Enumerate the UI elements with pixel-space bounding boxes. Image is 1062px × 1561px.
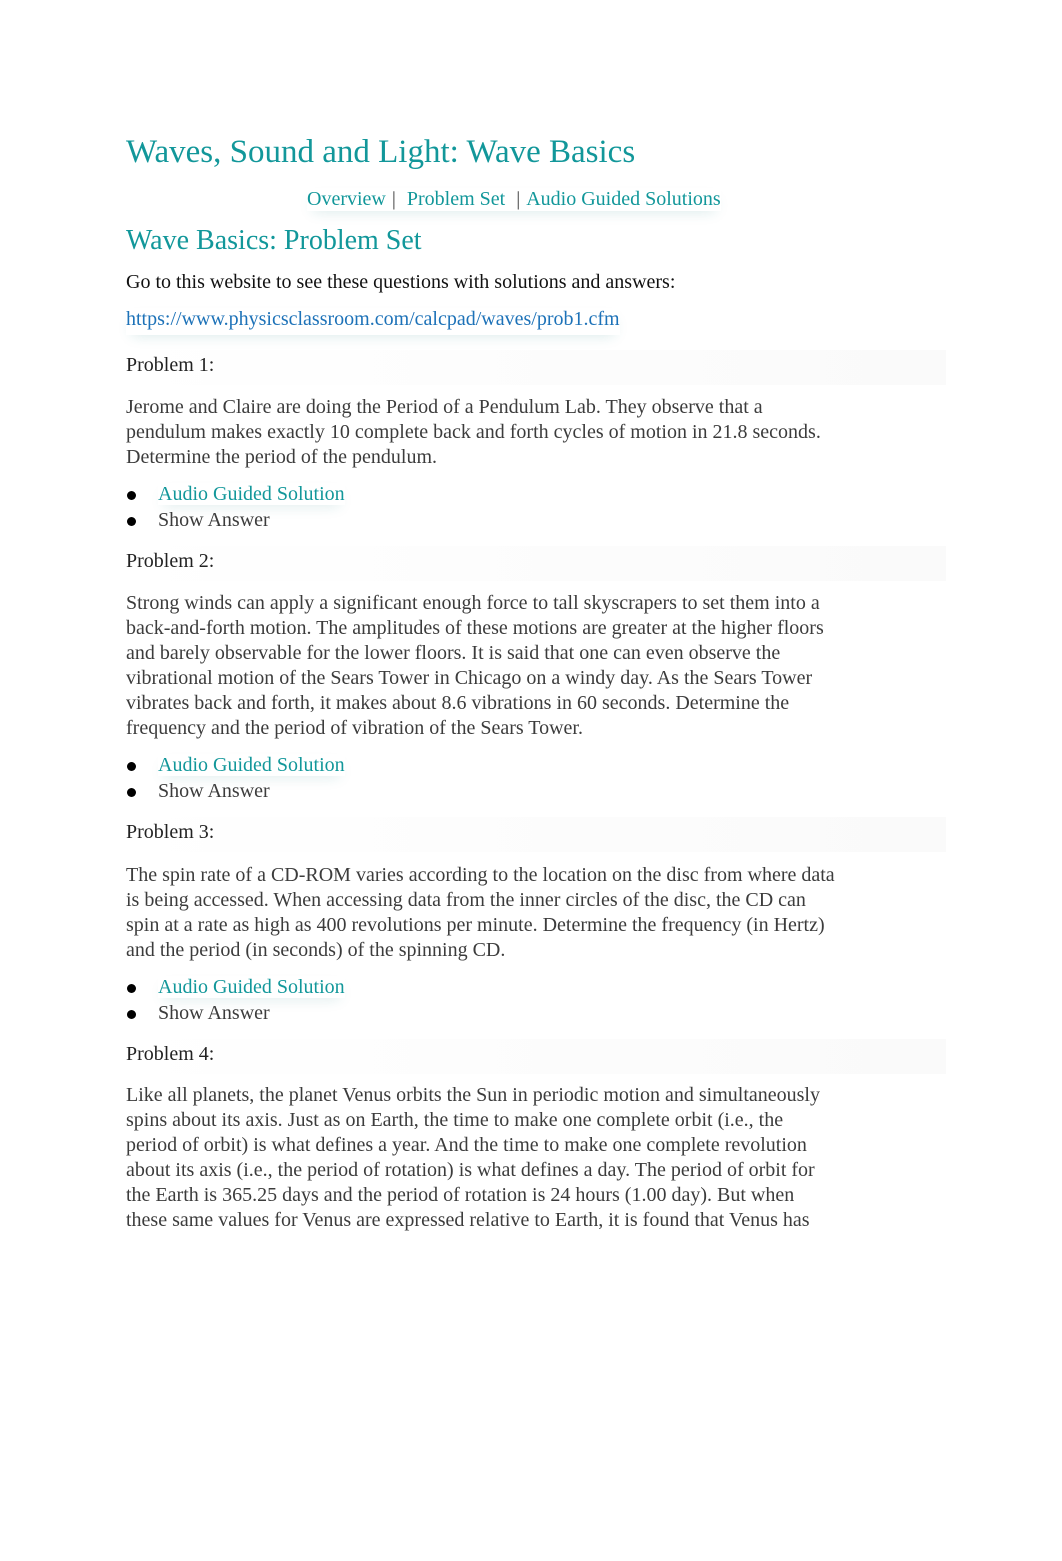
nav-separator: | bbox=[391, 188, 396, 210]
text-line: period of orbit) is what defines a year.… bbox=[126, 1134, 807, 1156]
audio-guided-solution-link[interactable]: Audio Guided Solution bbox=[158, 754, 345, 776]
problem-2-links: Audio Guided Solution Show Answer bbox=[126, 753, 345, 804]
bullet-icon bbox=[127, 762, 136, 771]
list-item: Show Answer bbox=[126, 1001, 345, 1027]
source-url-link[interactable]: https://www.physicsclassroom.com/calcpad… bbox=[126, 308, 620, 335]
audio-guided-solution-link[interactable]: Audio Guided Solution bbox=[158, 976, 345, 998]
show-answer-toggle[interactable]: Show Answer bbox=[158, 780, 270, 802]
problem-4-text: Like all planets, the planet Venus orbit… bbox=[126, 1083, 871, 1233]
text-line: Jerome and Claire are doing the Period o… bbox=[126, 396, 763, 418]
bullet-icon bbox=[127, 984, 136, 993]
nav-link-problem-set[interactable]: Problem Set bbox=[407, 188, 505, 210]
bullet-icon bbox=[127, 491, 136, 500]
text-line: vibrational motion of the Sears Tower in… bbox=[126, 667, 813, 689]
list-item: Audio Guided Solution bbox=[126, 482, 345, 508]
text-line: the Earth is 365.25 days and the period … bbox=[126, 1184, 795, 1206]
problem-2-label: Problem 2: bbox=[126, 546, 946, 581]
bullet-icon bbox=[127, 516, 136, 526]
text-line: The spin rate of a CD-ROM varies accordi… bbox=[126, 864, 835, 886]
text-line: vibrates back and forth, it makes about … bbox=[126, 692, 790, 714]
section-nav: Overview | Problem Set | Audio Guided Solu… bbox=[307, 188, 721, 211]
list-item: Show Answer bbox=[126, 779, 345, 805]
problem-2-text: Strong winds can apply a significant eno… bbox=[126, 591, 871, 741]
text-line: and barely observable for the lower floo… bbox=[126, 642, 781, 664]
text-line: back-and-forth motion. The amplitudes of… bbox=[126, 617, 824, 639]
text-line: spin at a rate as high as 400 revolution… bbox=[126, 914, 825, 936]
nav-link-audio-guided-solutions[interactable]: Audio Guided Solutions bbox=[526, 188, 720, 210]
list-item: Audio Guided Solution bbox=[126, 753, 345, 779]
audio-guided-solution-link[interactable]: Audio Guided Solution bbox=[158, 483, 345, 505]
nav-separator: | bbox=[516, 188, 521, 210]
problem-1-links: Audio Guided Solution Show Answer bbox=[126, 482, 345, 533]
text-line: and the period (in seconds) of the spinn… bbox=[126, 939, 506, 961]
page-title: Waves, Sound and Light: Wave Basics bbox=[126, 134, 636, 170]
intro-text: Go to this website to see these question… bbox=[126, 271, 676, 293]
problem-4-label: Problem 4: bbox=[126, 1039, 946, 1074]
text-line: these same values for Venus are expresse… bbox=[126, 1209, 810, 1231]
show-answer-toggle[interactable]: Show Answer bbox=[158, 1002, 270, 1024]
bullet-icon bbox=[127, 1009, 136, 1019]
problem-3-label: Problem 3: bbox=[126, 817, 946, 852]
text-line: about its axis (i.e., the period of rota… bbox=[126, 1159, 815, 1181]
text-line: Determine the period of the pendulum. bbox=[126, 446, 438, 468]
problem-3-links: Audio Guided Solution Show Answer bbox=[126, 975, 345, 1026]
problem-1-label: Problem 1: bbox=[126, 350, 946, 385]
text-line: spins about its axis. Just as on Earth, … bbox=[126, 1109, 784, 1131]
list-item: Show Answer bbox=[126, 508, 345, 534]
text-line: pendulum makes exactly 10 complete back … bbox=[126, 421, 821, 443]
text-line: frequency and the period of vibration of… bbox=[126, 717, 583, 739]
problem-1-text: Jerome and Claire are doing the Period o… bbox=[126, 395, 871, 470]
text-line: is being accessed. When accessing data f… bbox=[126, 889, 806, 911]
text-line: Like all planets, the planet Venus orbit… bbox=[126, 1084, 820, 1106]
nav-link-overview[interactable]: Overview bbox=[307, 188, 386, 210]
bullet-icon bbox=[127, 787, 136, 797]
section-title: Wave Basics: Problem Set bbox=[126, 225, 422, 256]
list-item: Audio Guided Solution bbox=[126, 975, 345, 1001]
show-answer-toggle[interactable]: Show Answer bbox=[158, 509, 270, 531]
problem-3-text: The spin rate of a CD-ROM varies accordi… bbox=[126, 863, 871, 963]
text-line: Strong winds can apply a significant eno… bbox=[126, 592, 820, 614]
